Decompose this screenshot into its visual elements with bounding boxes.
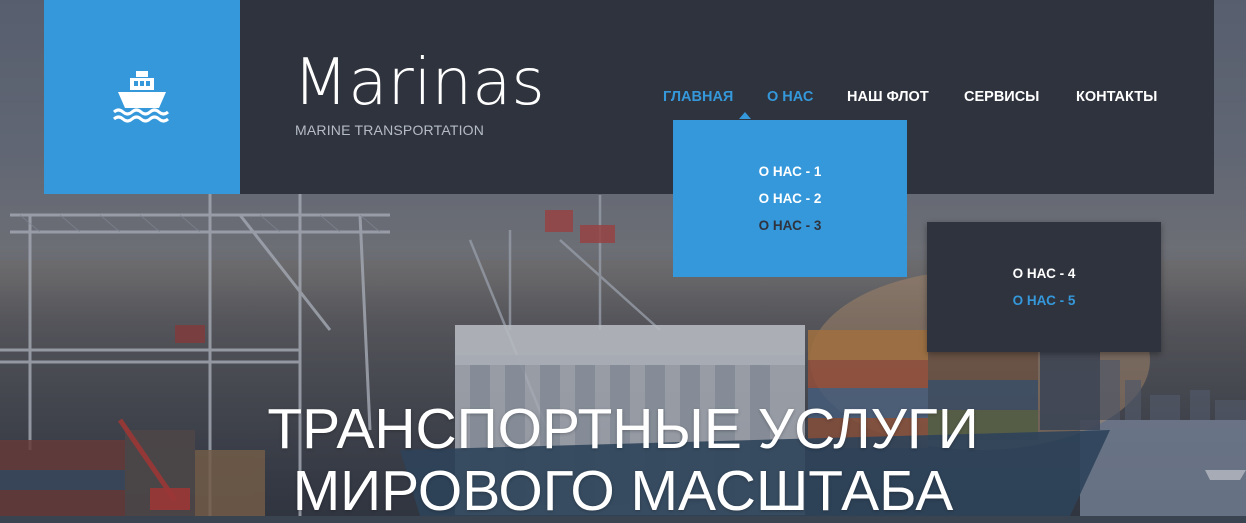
dropdown-item-about-2[interactable]: О НАС - 2 xyxy=(673,191,907,206)
hero-heading-line-1: ТРАНСПОРТНЫЕ УСЛУГИ xyxy=(267,397,979,461)
nav-item-contacts[interactable]: КОНТАКТЫ xyxy=(1076,89,1157,105)
dropdown-caret xyxy=(739,112,751,119)
dropdown-item-about-5[interactable]: О НАС - 5 xyxy=(927,293,1161,308)
dropdown-item-about-3[interactable]: О НАС - 3 xyxy=(673,218,907,233)
brand-title[interactable]: Marinas xyxy=(293,44,545,122)
ship-icon xyxy=(113,71,169,123)
nav-item-about[interactable]: О НАС xyxy=(767,89,813,105)
site-header: Marinas MARINE TRANSPORTATION ГЛАВНАЯ О … xyxy=(44,0,1214,194)
hero-heading-line-2: МИРОВОГО МАСШТАБА xyxy=(292,459,954,523)
dropdown-item-about-1[interactable]: О НАС - 1 xyxy=(673,164,907,179)
nav-item-home[interactable]: ГЛАВНАЯ xyxy=(663,89,733,105)
dropdown-submenu: О НАС - 4 О НАС - 5 xyxy=(927,222,1161,352)
nav-item-fleet[interactable]: НАШ ФЛОТ xyxy=(847,89,929,105)
brand-subtitle: MARINE TRANSPORTATION xyxy=(295,122,485,138)
dropdown-about: О НАС - 1 О НАС - 2 О НАС - 3 xyxy=(673,120,907,277)
dropdown-item-about-4[interactable]: О НАС - 4 xyxy=(927,266,1161,281)
nav-item-services[interactable]: СЕРВИСЫ xyxy=(964,89,1039,105)
logo-box[interactable] xyxy=(44,0,240,194)
